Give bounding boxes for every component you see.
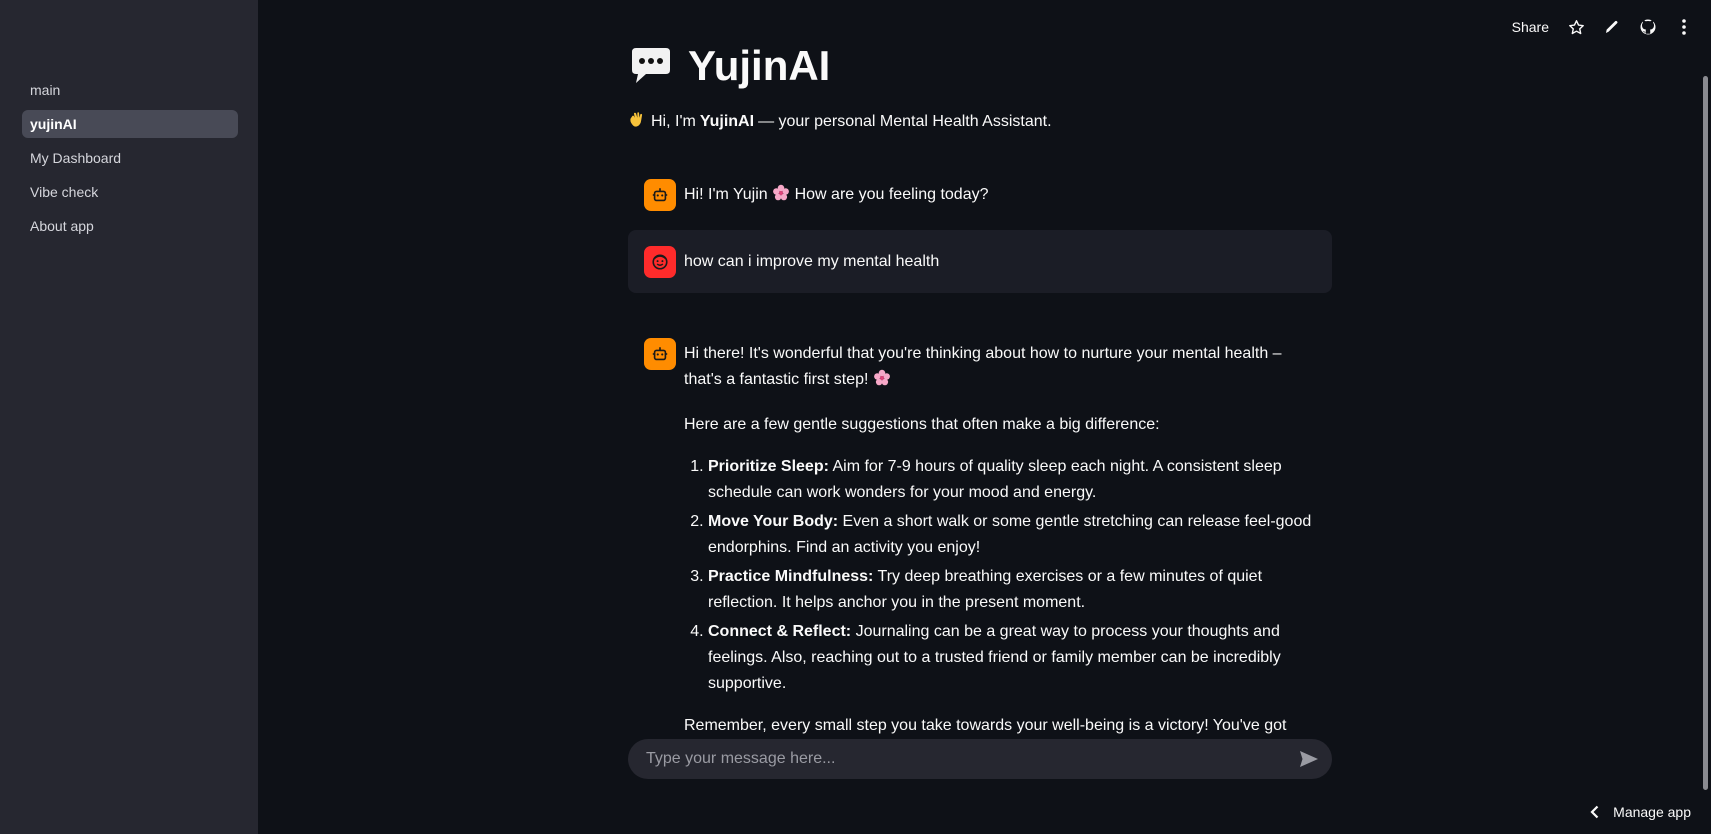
intro-prefix: Hi, I'm (651, 113, 696, 130)
manage-app-button[interactable]: Manage app (1590, 804, 1691, 820)
greeting-text-before: Hi! I'm Yujin (684, 186, 768, 203)
cherry-blossom-icon (873, 369, 891, 396)
intro-suffix: — your personal Mental Health Assistant. (758, 113, 1052, 130)
share-button[interactable]: Share (1512, 19, 1549, 35)
message-body: Hi there! It's wonderful that you're thi… (684, 338, 1316, 784)
list-item-title: Practice Mindfulness: (708, 568, 874, 585)
sidebar-item-my-dashboard[interactable]: My Dashboard (22, 144, 238, 172)
sidebar-item-yujinai[interactable]: yujinAI (22, 110, 238, 138)
list-item-title: Prioritize Sleep: (708, 458, 829, 475)
suggestion-list: Prioritize Sleep: Aim for 7-9 hours of q… (684, 454, 1316, 697)
pencil-icon[interactable] (1603, 18, 1621, 36)
chat-input-bar (628, 739, 1332, 779)
github-icon[interactable] (1639, 18, 1657, 36)
message-body: Hi! I'm Yujin How are you feeling today? (684, 179, 989, 211)
sidebar-item-main[interactable]: main (22, 76, 238, 104)
send-button[interactable] (1298, 748, 1320, 770)
sidebar-item-vibe-check[interactable]: Vibe check (22, 178, 238, 206)
list-item: Move Your Body: Even a short walk or som… (708, 509, 1316, 561)
header-toolbar: Share (1512, 14, 1693, 40)
sidebar-item-about-app[interactable]: About app (22, 212, 238, 240)
answer-intro: Hi there! It's wonderful that you're thi… (684, 341, 1316, 396)
sidebar-nav: main yujinAI My Dashboard Vibe check Abo… (22, 76, 238, 246)
smiley-icon (652, 254, 668, 270)
list-item: Practice Mindfulness: Try deep breathing… (708, 564, 1316, 616)
speech-bubble-icon (632, 48, 670, 83)
intro-name: YujinAI (699, 113, 755, 130)
user-avatar (644, 246, 676, 278)
page-scrollbar[interactable] (1703, 76, 1708, 790)
page-title: YujinAI (628, 40, 830, 92)
answer-lead: Here are a few gentle suggestions that o… (684, 416, 1160, 433)
cherry-blossom-icon (772, 184, 790, 211)
robot-icon (652, 188, 668, 202)
star-icon[interactable] (1567, 18, 1585, 36)
bot-avatar (644, 179, 676, 211)
message-body: how can i improve my mental health (684, 246, 939, 277)
list-item-title: Connect & Reflect: (708, 623, 852, 640)
sidebar: main yujinAI My Dashboard Vibe check Abo… (0, 0, 258, 834)
waving-hand-icon (628, 111, 645, 133)
intro-text: Hi, I'm YujinAI — your personal Mental H… (628, 111, 1052, 133)
user-message-text: how can i improve my mental health (684, 253, 940, 270)
manage-app-label: Manage app (1613, 804, 1691, 820)
chevron-left-icon (1590, 805, 1599, 819)
list-item: Connect & Reflect: Journaling can be a g… (708, 619, 1316, 697)
chat-message-assistant-greeting: Hi! I'm Yujin How are you feeling today? (628, 163, 1332, 227)
chat-message-assistant-answer: Hi there! It's wonderful that you're thi… (628, 322, 1332, 800)
bot-avatar (644, 338, 676, 370)
kebab-menu-icon[interactable] (1675, 18, 1693, 36)
greeting-text-after: How are you feeling today? (794, 186, 989, 203)
answer-intro-text: Hi there! It's wonderful that you're thi… (684, 345, 1282, 388)
page-title-text: YujinAI (688, 42, 831, 89)
robot-icon (652, 347, 668, 361)
send-icon (1300, 751, 1318, 767)
chat-message-input[interactable] (644, 749, 1298, 769)
chat-message-user: how can i improve my mental health (628, 230, 1332, 293)
app-root: main yujinAI My Dashboard Vibe check Abo… (0, 0, 1711, 834)
list-item: Prioritize Sleep: Aim for 7-9 hours of q… (708, 454, 1316, 506)
list-item-title: Move Your Body: (708, 513, 839, 530)
